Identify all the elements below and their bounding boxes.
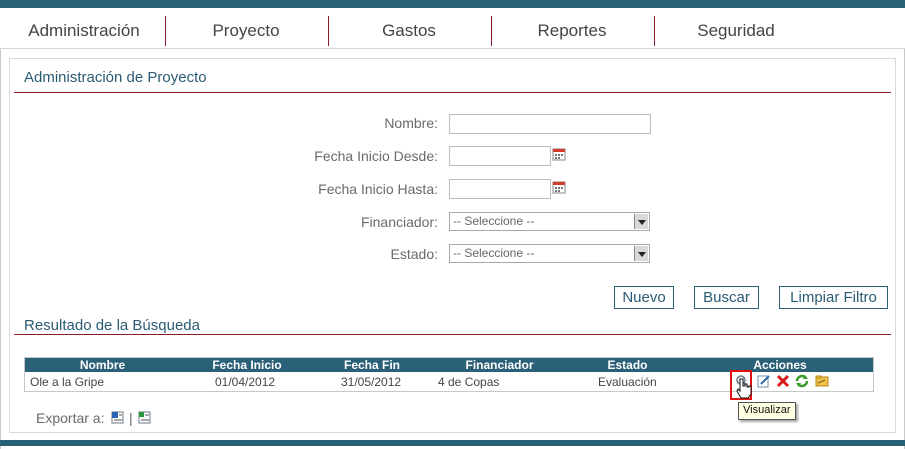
nuevo-button[interactable]: Nuevo (614, 286, 674, 309)
column-header-financiador: Financiador (465, 358, 534, 372)
financiador-label: Financiador: (360, 214, 438, 230)
chevron-down-icon (634, 214, 648, 229)
column-header-nombre: Nombre (79, 358, 126, 372)
cell-nombre: Ole a la Gripe (30, 375, 105, 389)
delete-icon[interactable] (776, 374, 790, 388)
estado-label: Estado: (390, 246, 438, 262)
nav-item-proyecto[interactable]: Proyecto (170, 15, 322, 46)
main-nav: Administración Proyecto Gastos Reportes … (0, 8, 905, 49)
word-export-icon[interactable] (111, 410, 125, 424)
nombre-input[interactable] (449, 114, 651, 134)
edit-icon[interactable] (757, 374, 771, 388)
column-header-fecha-fin: Fecha Fin (343, 358, 400, 372)
results-title: Resultado de la Búsqueda (24, 317, 200, 334)
export-separator: | (129, 410, 133, 426)
page-title: Administración de Proyecto (24, 69, 207, 86)
nav-separator (654, 16, 655, 46)
column-header-estado: Estado (607, 358, 648, 372)
cell-estado: Evaluación (598, 375, 657, 389)
nav-separator (328, 16, 329, 46)
estado-selected-value: -- Seleccione -- (453, 246, 535, 260)
top-bar (0, 0, 905, 8)
hand-cursor-icon (736, 378, 752, 399)
financiador-selected-value: -- Seleccione -- (453, 214, 535, 228)
nav-item-reportes[interactable]: Reportes (496, 15, 648, 46)
nav-separator (491, 16, 492, 46)
buscar-button[interactable]: Buscar (694, 286, 759, 309)
nombre-label: Nombre: (384, 115, 438, 131)
fecha-inicio-desde-input[interactable] (449, 146, 551, 166)
bottom-bar (0, 440, 905, 446)
fecha-inicio-hasta-input[interactable] (449, 179, 551, 199)
export-label: Exportar a: (36, 410, 105, 426)
excel-export-icon[interactable] (138, 410, 152, 424)
financiador-select[interactable]: -- Seleccione -- (449, 212, 650, 231)
nav-item-administracion[interactable]: Administración (8, 15, 160, 46)
nav-item-gastos[interactable]: Gastos (333, 15, 485, 46)
limpiar-filtro-button[interactable]: Limpiar Filtro (779, 286, 888, 309)
nav-separator (165, 16, 166, 46)
fecha-inicio-hasta-label: Fecha Inicio Hasta: (318, 181, 438, 197)
chevron-down-icon (634, 246, 648, 261)
nav-item-seguridad[interactable]: Seguridad (659, 15, 813, 46)
cell-financiador: 4 de Copas (438, 375, 500, 389)
cell-fecha-fin: 31/05/2012 (341, 375, 402, 389)
tooltip: Visualizar (738, 402, 796, 420)
fecha-inicio-desde-label: Fecha Inicio Desde: (314, 148, 438, 164)
estado-select[interactable]: -- Seleccione -- (449, 244, 650, 263)
title-divider (14, 92, 891, 93)
results-divider (14, 334, 891, 335)
column-header-fecha-inicio: Fecha Inicio (212, 358, 282, 372)
cell-fecha-inicio: 01/04/2012 (215, 375, 276, 389)
folder-icon[interactable] (815, 374, 829, 388)
calendar-icon[interactable] (552, 180, 566, 194)
calendar-icon[interactable] (552, 147, 566, 161)
refresh-icon[interactable] (795, 374, 809, 388)
